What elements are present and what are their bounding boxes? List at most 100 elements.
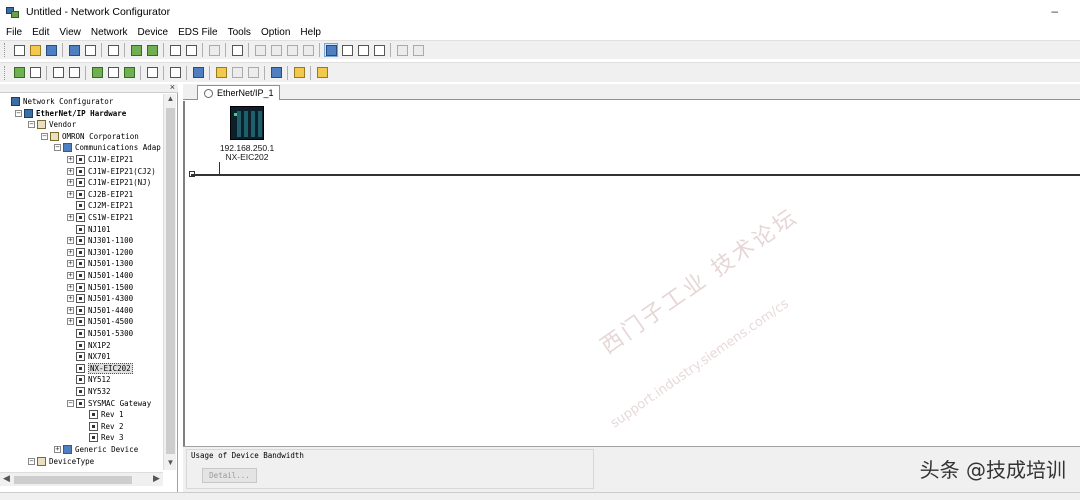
tree-item[interactable]: + Generic Device <box>54 444 138 455</box>
delete-icon[interactable] <box>301 43 315 57</box>
zoom-out-icon[interactable] <box>411 43 425 57</box>
tree-item[interactable]: + NJ301-1200 <box>67 247 133 258</box>
large-icon-view-icon[interactable] <box>324 43 338 57</box>
expand-icon[interactable]: + <box>67 272 74 279</box>
hscroll-thumb[interactable] <box>14 476 132 484</box>
collapse-icon[interactable]: − <box>54 144 61 152</box>
tree-item[interactable]: − EtherNet/IP Hardware <box>15 108 126 119</box>
check-icon[interactable] <box>122 66 136 80</box>
tree-item[interactable]: + NJ501-4500 <box>67 316 133 327</box>
scroll-up-icon[interactable]: ▲ <box>165 94 176 106</box>
zoom-in-icon[interactable] <box>395 43 409 57</box>
tree-item[interactable]: NX-EIC202 <box>67 362 133 374</box>
wand-icon[interactable] <box>106 43 120 57</box>
property-icon[interactable] <box>315 66 329 80</box>
tree-horizontal-scrollbar[interactable]: ◀ ▶ <box>0 472 163 486</box>
copy-icon[interactable] <box>269 43 283 57</box>
tree-item[interactable]: NX701 <box>67 351 111 362</box>
menu-file[interactable]: File <box>5 27 23 38</box>
expand-icon[interactable]: + <box>67 237 74 245</box>
tree-item[interactable]: − Communications Adap <box>54 142 161 153</box>
disconnect-icon[interactable] <box>145 43 159 57</box>
export-eds-icon[interactable] <box>246 66 260 80</box>
tree-item[interactable]: Rev 2 <box>80 421 124 432</box>
tree-item[interactable]: − SYSMAC Gateway <box>67 398 151 409</box>
scroll-thumb[interactable] <box>166 108 175 454</box>
tree-item[interactable]: − Vendor <box>28 119 76 130</box>
download-icon[interactable] <box>184 43 198 57</box>
expand-icon[interactable]: + <box>54 446 61 453</box>
tree-item[interactable]: NJ501-5300 <box>67 328 133 339</box>
expand-icon[interactable]: + <box>67 306 74 314</box>
device-nx-eic202-icon[interactable] <box>230 106 264 140</box>
cut-icon[interactable] <box>253 43 267 57</box>
collapse-icon[interactable]: − <box>15 109 22 117</box>
menu-device[interactable]: Device <box>137 27 170 38</box>
menu-network[interactable]: Network <box>90 27 129 38</box>
network-icon[interactable] <box>67 43 81 57</box>
tree-item[interactable]: Network Configurator <box>2 96 113 107</box>
tree-item[interactable]: + NJ301-1100 <box>67 235 133 246</box>
compare-icon[interactable] <box>207 43 221 57</box>
device-list-icon[interactable] <box>269 66 283 80</box>
detail-button[interactable]: Detail... <box>202 468 257 483</box>
tree-item[interactable]: + CJ1W-EIP21(NJ) <box>67 177 151 188</box>
menu-help[interactable]: Help <box>299 27 322 38</box>
connect-icon[interactable] <box>129 43 143 57</box>
expand-icon[interactable]: + <box>67 295 74 303</box>
menu-edit[interactable]: Edit <box>31 27 50 38</box>
expand-icon[interactable]: + <box>67 260 74 268</box>
toolbar-grip[interactable] <box>4 43 7 57</box>
save-icon[interactable] <box>44 43 58 57</box>
tree-item[interactable]: + CS1W-EIP21 <box>67 212 133 223</box>
list-view-icon[interactable] <box>356 43 370 57</box>
tree-item[interactable]: + CJ2B-EIP21 <box>67 189 133 200</box>
menu-eds-file[interactable]: EDS File <box>177 27 218 38</box>
menu-option[interactable]: Option <box>260 27 291 38</box>
table-icon[interactable] <box>145 66 159 80</box>
status-icon[interactable] <box>28 66 42 80</box>
network-canvas[interactable]: 192.168.250.1 NX-EIC202 <box>183 101 1080 446</box>
tree-item[interactable]: + NJ501-1500 <box>67 282 133 293</box>
upload-icon[interactable] <box>168 43 182 57</box>
tree-item[interactable]: Rev 3 <box>80 432 124 443</box>
tree-item[interactable]: + NJ501-1300 <box>67 258 133 269</box>
tree-item[interactable]: + NJ501-4300 <box>67 293 133 304</box>
connection-icon[interactable] <box>90 66 104 80</box>
close-pane-button[interactable]: × <box>170 82 175 92</box>
tree-item[interactable]: + NJ501-4400 <box>67 305 133 316</box>
toolbar-grip[interactable] <box>4 65 7 80</box>
tree-item[interactable]: NJ101 <box>67 224 111 235</box>
expand-icon[interactable]: + <box>67 179 74 187</box>
small-icon-view-icon[interactable] <box>340 43 354 57</box>
expand-icon[interactable]: + <box>67 318 74 326</box>
find-icon[interactable] <box>292 66 306 80</box>
tree-item[interactable]: CJ2M-EIP21 <box>67 200 133 211</box>
scroll-left-icon[interactable]: ◀ <box>1 473 12 487</box>
tree-item[interactable]: Rev 1 <box>80 409 124 420</box>
parameter-icon[interactable] <box>51 66 65 80</box>
monitor-icon[interactable] <box>12 66 26 80</box>
scroll-down-icon[interactable]: ▼ <box>165 458 176 470</box>
tree-item[interactable]: + NJ501-1400 <box>67 270 133 281</box>
tree-item[interactable]: NY532 <box>67 386 111 397</box>
collapse-icon[interactable]: − <box>28 457 35 465</box>
expand-icon[interactable]: + <box>67 248 74 256</box>
tree-item[interactable]: NY512 <box>67 374 111 385</box>
network-alt-icon[interactable] <box>83 43 97 57</box>
network-view-icon[interactable] <box>168 66 182 80</box>
expand-icon[interactable]: + <box>67 214 74 221</box>
collapse-icon[interactable]: − <box>67 399 74 407</box>
menu-tools[interactable]: Tools <box>227 27 252 38</box>
collapse-icon[interactable]: − <box>41 132 48 140</box>
menu-view[interactable]: View <box>58 27 82 38</box>
parameter-edit-icon[interactable] <box>67 66 81 80</box>
expand-icon[interactable]: + <box>67 167 74 175</box>
delete-eds-icon[interactable] <box>230 66 244 80</box>
detail-view-icon[interactable] <box>372 43 386 57</box>
register-icon[interactable] <box>106 66 120 80</box>
ethernet-bus-line[interactable] <box>191 174 1080 176</box>
tab-ethernet-ip-1[interactable]: EtherNet/IP_1 <box>197 85 280 100</box>
tree-item[interactable]: − OMRON Corporation <box>41 131 139 142</box>
new-file-icon[interactable] <box>12 43 26 57</box>
